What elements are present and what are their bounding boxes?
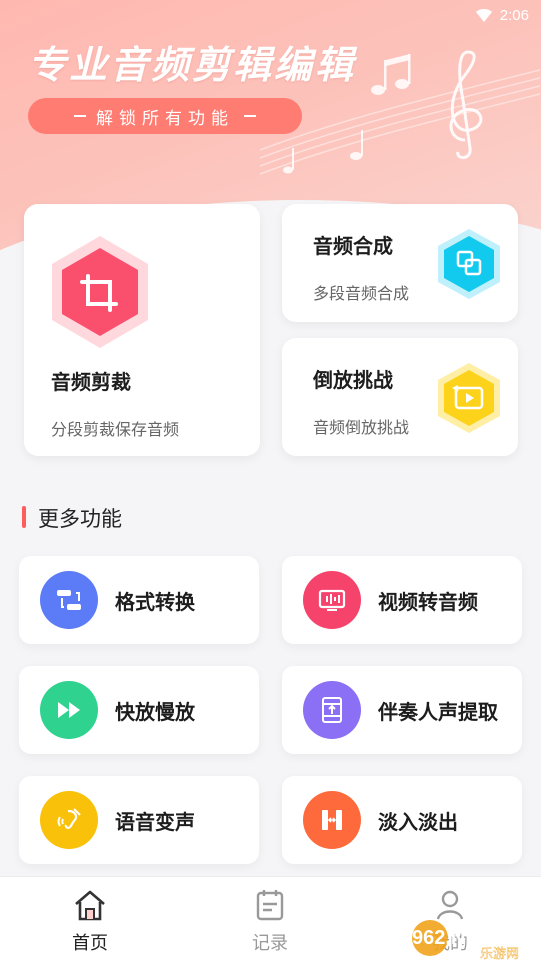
status-bar: 2:06 bbox=[475, 4, 529, 26]
reverse-challenge-subtitle: 音频倒放挑战 bbox=[313, 418, 410, 437]
feature-label: 视频转音频 bbox=[378, 589, 478, 614]
section-accent-bar bbox=[22, 506, 26, 528]
feature-label: 淡入淡出 bbox=[378, 809, 458, 834]
video-to-audio-icon bbox=[303, 571, 361, 629]
crop-icon bbox=[52, 236, 148, 348]
unlock-all-label: 解锁所有功能 bbox=[96, 108, 234, 129]
reverse-challenge-card[interactable]: 倒放挑战 音频倒放挑战 bbox=[282, 338, 518, 456]
audio-crop-subtitle: 分段剪裁保存音频 bbox=[51, 420, 180, 439]
feature-fade-in-out[interactable]: 淡入淡出 bbox=[282, 776, 522, 864]
merge-icon bbox=[438, 229, 500, 299]
reverse-challenge-title: 倒放挑战 bbox=[313, 368, 393, 392]
watermark-logo: 962.NET 乐游网 bbox=[412, 920, 519, 960]
watermark-subtext: 乐游网 bbox=[480, 947, 519, 960]
voice-change-icon bbox=[40, 791, 98, 849]
pill-dash-right bbox=[244, 115, 256, 117]
feature-format-convert[interactable]: 格式转换 bbox=[19, 556, 259, 644]
pill-dash-left bbox=[74, 115, 86, 117]
audio-merge-title: 音频合成 bbox=[313, 234, 393, 258]
feature-label: 快放慢放 bbox=[115, 699, 195, 724]
more-features-title: 更多功能 bbox=[38, 507, 122, 531]
wifi-icon bbox=[475, 9, 492, 22]
film-extract-icon bbox=[303, 681, 361, 739]
calendar-icon bbox=[256, 890, 284, 921]
audio-merge-card[interactable]: 音频合成 多段音频合成 bbox=[282, 204, 518, 322]
feature-label: 伴奏人声提取 bbox=[378, 699, 498, 724]
reverse-play-icon bbox=[438, 363, 500, 433]
fade-icon bbox=[303, 791, 361, 849]
feature-voice-change[interactable]: 语音变声 bbox=[19, 776, 259, 864]
nav-home-label: 首页 bbox=[72, 933, 108, 954]
feature-label: 格式转换 bbox=[115, 589, 195, 614]
format-convert-icon bbox=[40, 571, 98, 629]
feature-label: 语音变声 bbox=[115, 809, 195, 834]
nav-records[interactable]: 记录 bbox=[210, 887, 330, 955]
audio-merge-subtitle: 多段音频合成 bbox=[313, 284, 410, 303]
hero-title: 专业音频剪辑编辑 bbox=[28, 43, 357, 87]
feature-fast-slow[interactable]: 快放慢放 bbox=[19, 666, 259, 754]
feature-accompaniment-extract[interactable]: 伴奏人声提取 bbox=[282, 666, 522, 754]
feature-video-to-audio[interactable]: 视频转音频 bbox=[282, 556, 522, 644]
audio-crop-title: 音频剪裁 bbox=[51, 370, 131, 394]
nav-home[interactable]: 首页 bbox=[30, 887, 150, 955]
audio-crop-card[interactable]: 音频剪裁 分段剪裁保存音频 bbox=[24, 204, 260, 456]
home-icon bbox=[75, 890, 105, 921]
fast-forward-icon bbox=[40, 681, 98, 739]
watermark-text: 962.NET bbox=[412, 927, 491, 949]
nav-records-label: 记录 bbox=[252, 933, 288, 954]
status-time: 2:06 bbox=[499, 6, 529, 24]
unlock-all-button[interactable]: 解锁所有功能 bbox=[28, 98, 302, 134]
